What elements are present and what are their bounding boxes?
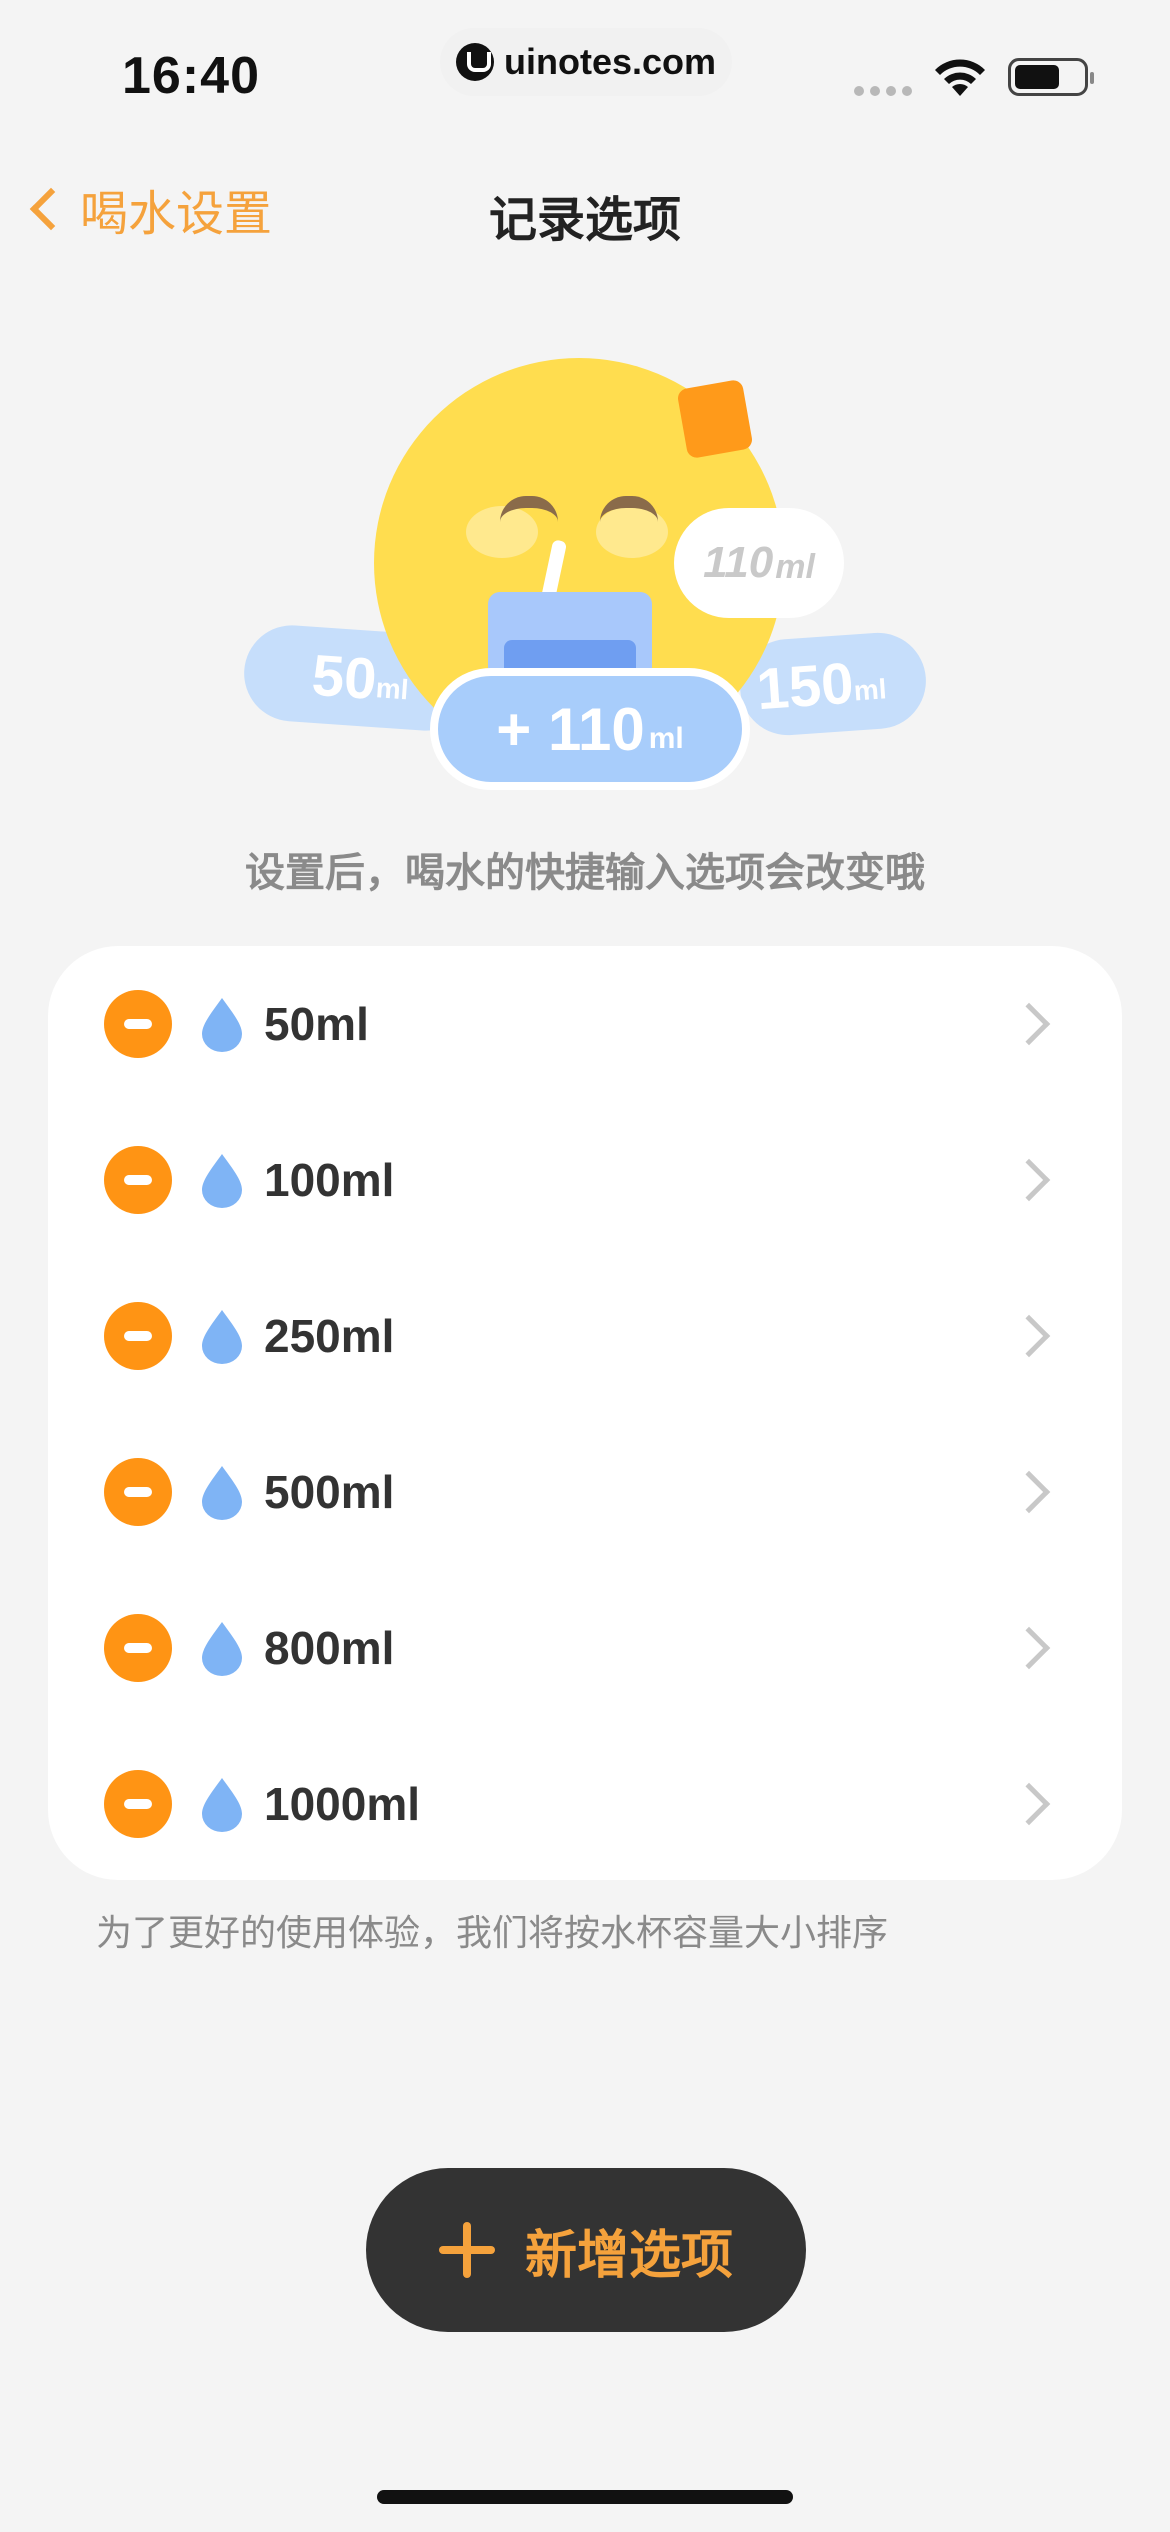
signal-dots-icon	[854, 86, 912, 96]
plus-icon	[438, 2222, 495, 2278]
hero-pill-center: + 110 ml	[430, 668, 750, 790]
settings-hint: 设置后，喝水的快捷输入选项会改变哦	[245, 851, 925, 895]
option-label: 50ml	[264, 998, 369, 1050]
hero-illustration: 50 ml 150 ml 110 ml + 110 ml	[0, 340, 1170, 800]
nav-bar: 喝水设置 记录选项	[0, 160, 1170, 250]
chevron-right-icon	[1007, 1158, 1051, 1202]
remove-icon[interactable]	[104, 1302, 172, 1370]
status-bar: 16:40 uinotes.com	[0, 0, 1170, 150]
option-label: 800ml	[264, 1622, 395, 1674]
remove-icon[interactable]	[104, 990, 172, 1058]
sticker-icon	[676, 378, 754, 460]
add-option-label: 新增选项	[524, 2226, 733, 2285]
remove-icon[interactable]	[104, 1458, 172, 1526]
option-row[interactable]: 1000ml	[48, 1726, 1122, 1882]
water-drop-icon	[202, 998, 242, 1052]
chevron-right-icon	[1007, 1782, 1051, 1826]
remove-icon[interactable]	[104, 1146, 172, 1214]
hero-left-unit: ml	[374, 672, 410, 706]
option-label: 250ml	[264, 1310, 395, 1362]
hero-center-value: + 110	[496, 695, 645, 763]
water-drop-icon	[202, 1466, 242, 1520]
bubble-unit: ml	[775, 547, 815, 586]
hero-left-value: 50	[309, 642, 379, 712]
remove-icon[interactable]	[104, 1614, 172, 1682]
remove-icon[interactable]	[104, 1770, 172, 1838]
option-label: 500ml	[264, 1466, 395, 1518]
option-row[interactable]: 250ml	[48, 1258, 1122, 1414]
speech-bubble: 110 ml	[674, 508, 844, 618]
page-title: 记录选项	[488, 194, 681, 247]
add-option-button[interactable]: 新增选项	[366, 2168, 806, 2332]
chevron-right-icon	[1007, 1314, 1051, 1358]
status-time: 16:40	[122, 47, 260, 105]
water-drop-icon	[202, 1622, 242, 1676]
option-row[interactable]: 50ml	[48, 946, 1122, 1102]
wifi-icon	[935, 59, 985, 96]
hero-center-unit: ml	[648, 722, 684, 755]
options-card: 50ml 100ml 250ml 500ml 800ml 1000ml	[48, 946, 1122, 1880]
water-drop-icon	[202, 1310, 242, 1364]
hero-right-value: 150	[754, 650, 856, 722]
option-row[interactable]: 800ml	[48, 1570, 1122, 1726]
sort-note: 为了更好的使用体验，我们将按水杯容量大小排序	[96, 1912, 889, 1953]
site-logo-icon	[455, 43, 494, 81]
battery-icon	[1008, 58, 1094, 96]
option-label: 100ml	[264, 1154, 395, 1206]
chevron-right-icon	[1007, 1470, 1051, 1514]
water-drop-icon	[202, 1778, 242, 1832]
bubble-value: 110	[703, 538, 774, 587]
home-indicator[interactable]	[377, 2490, 793, 2504]
site-text: uinotes.com	[503, 41, 717, 82]
site-badge: uinotes.com	[440, 28, 732, 96]
hero-right-unit: ml	[852, 673, 888, 707]
water-drop-icon	[202, 1154, 242, 1208]
option-row[interactable]: 100ml	[48, 1102, 1122, 1258]
option-row[interactable]: 500ml	[48, 1414, 1122, 1570]
chevron-right-icon	[1007, 1626, 1051, 1670]
chevron-right-icon	[1007, 1002, 1051, 1046]
option-label: 1000ml	[264, 1778, 421, 1830]
